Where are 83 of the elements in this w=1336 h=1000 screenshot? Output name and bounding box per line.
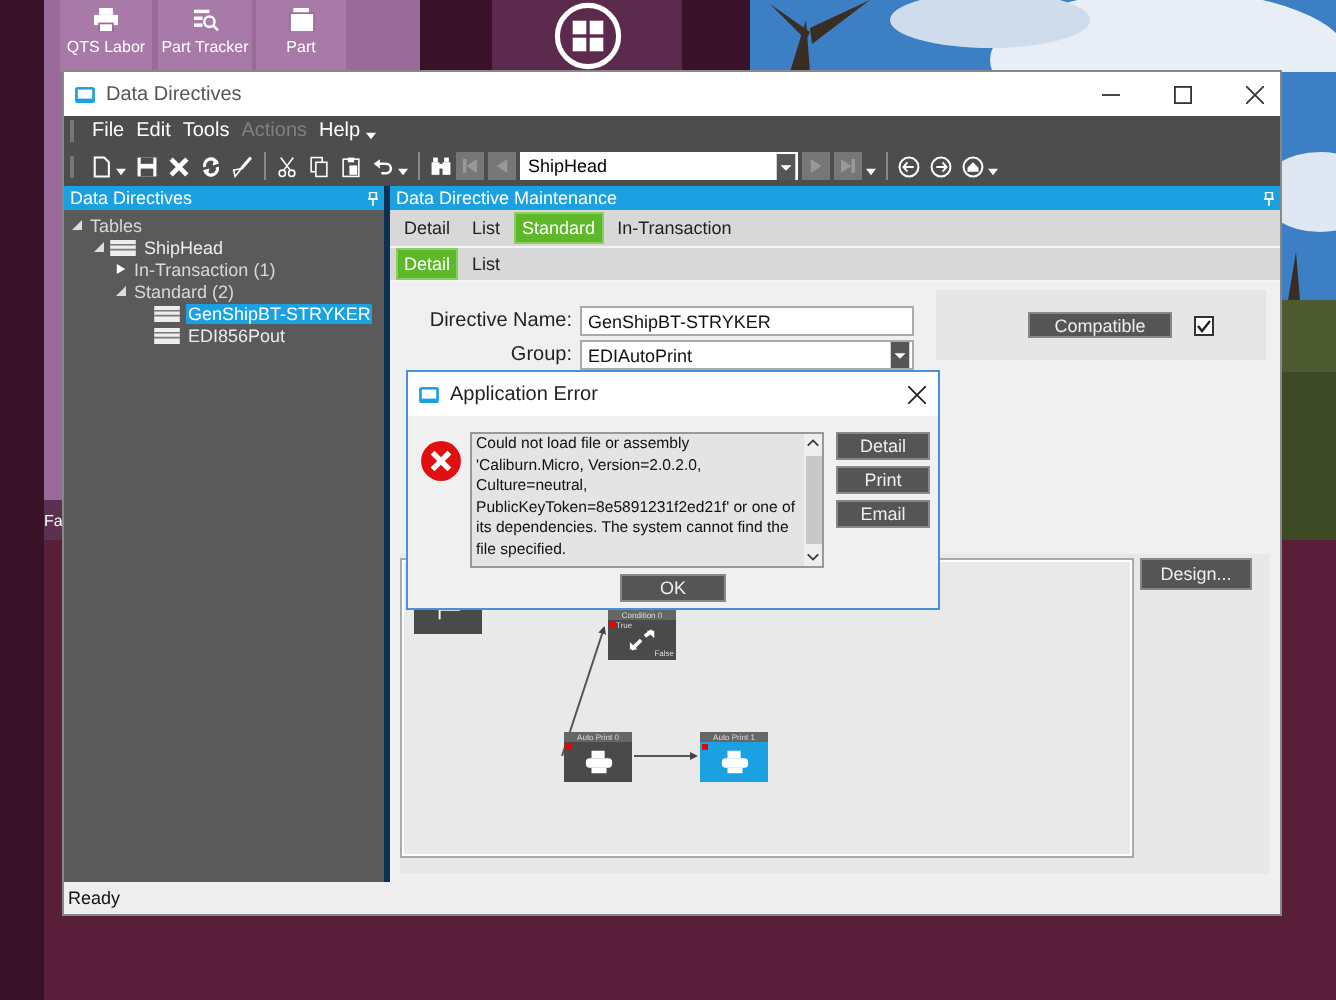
tree-item[interactable]: Tables [88,215,145,235]
group-combo[interactable]: EDIAutoPrint [580,340,914,370]
printer-icon [583,750,613,774]
record-combo[interactable]: ShipHead [520,152,798,180]
collapse-icon[interactable] [72,220,82,230]
dialog-title: Application Error [450,383,598,405]
panel-title: Data Directive Maintenance [396,188,618,208]
binoculars-icon[interactable] [430,155,452,177]
app-tile[interactable]: QTS Labor [60,0,152,72]
checkbox[interactable] [1194,315,1214,335]
scroll-up-icon[interactable] [806,438,820,448]
app-tile[interactable] [492,0,682,72]
collapse-icon[interactable] [116,286,126,296]
caret-icon[interactable] [366,131,377,139]
dialog-button[interactable]: Email [836,500,930,528]
forward-icon[interactable] [930,155,952,177]
save-icon[interactable] [136,155,158,177]
arrows-icon [627,628,657,652]
table-icon [110,239,136,255]
window-icon [74,85,96,103]
printer-icon [92,8,120,32]
menu-item[interactable]: File [92,120,125,142]
refresh-icon[interactable] [200,155,222,177]
delete-icon[interactable] [168,155,190,177]
close-icon[interactable] [1246,85,1264,103]
window-title: Data Directives [106,83,242,105]
scroll-down-icon[interactable] [806,552,820,562]
menu-item[interactable]: Tools [182,120,230,142]
maximize-icon[interactable] [1174,85,1192,103]
tab[interactable]: Detail [396,212,459,244]
caret-icon[interactable] [116,168,126,176]
field-label: Group: [508,344,572,366]
tile-label: Part [286,38,316,56]
tree-item[interactable]: Standard (2) [132,281,237,301]
documents-icon [287,8,315,32]
dialog-button[interactable]: Detail [836,432,930,460]
caret-icon[interactable] [398,168,408,176]
design-button[interactable]: Design... [1140,558,1252,590]
undo-icon[interactable] [372,155,394,177]
close-icon[interactable] [908,385,926,403]
printer-icon [719,750,749,774]
tree-item[interactable]: EDI856Pout [186,325,288,345]
app-tile[interactable]: Part Tracker [158,0,252,72]
caret-icon[interactable] [988,168,998,176]
status-text: Ready [68,888,121,908]
search-list-icon [191,8,219,32]
directive-name-field[interactable]: GenShipBT-STRYKER [580,306,914,336]
table-icon [154,327,180,343]
connector-arrow [633,752,698,760]
menu-item[interactable]: Help [319,120,361,142]
field-label: Directive Name: [427,310,572,332]
ok-button[interactable]: OK [620,574,726,602]
menu-item[interactable]: Edit [136,120,171,142]
tab[interactable]: List [464,212,509,244]
compatible-button[interactable]: Compatible [1028,312,1172,338]
back-icon[interactable] [898,155,920,177]
tile-label: Part Tracker [161,38,249,56]
window-icon [418,385,440,403]
collapse-icon[interactable] [94,242,104,252]
pin-icon[interactable] [1264,191,1274,205]
caret-icon[interactable] [866,168,876,176]
tab[interactable]: List [464,248,509,280]
scrollbar[interactable] [804,434,822,566]
cut-icon[interactable] [276,155,298,177]
tile-label: Fa [44,511,63,529]
home-icon[interactable] [962,155,984,177]
tab[interactable]: In-Transaction [609,212,740,244]
dialog-button[interactable]: Print [836,466,930,494]
dropdown-icon[interactable] [776,153,796,179]
dropdown-icon[interactable] [890,342,910,368]
brush-icon[interactable] [232,155,254,177]
tile-label: QTS Labor [66,38,146,56]
new-document-icon[interactable] [90,155,112,177]
copy-icon[interactable] [308,155,330,177]
pin-icon[interactable] [368,191,378,205]
expand-icon[interactable] [116,264,126,274]
error-icon [420,440,462,482]
app-tile[interactable]: Part [256,0,346,72]
paste-icon[interactable] [340,155,362,177]
table-icon [154,305,180,321]
tree-item[interactable]: In-Transaction (1) [132,259,278,279]
panel-title: Data Directives [70,188,193,208]
tree-item[interactable]: ShipHead [142,237,226,257]
